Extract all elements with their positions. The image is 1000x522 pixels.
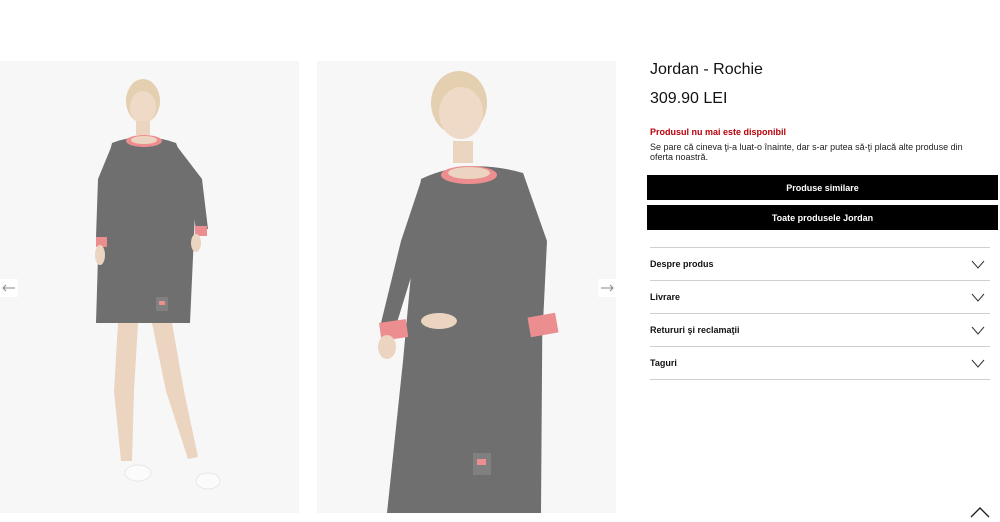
chevron-down-icon bbox=[971, 293, 990, 302]
chevron-down-icon bbox=[971, 260, 990, 269]
accordion-item-about[interactable]: Despre produs bbox=[650, 248, 990, 281]
availability-message: Se pare că cineva ţi-a luat-o înainte, d… bbox=[650, 142, 963, 162]
arrow-right-icon bbox=[601, 284, 614, 292]
accordion-item-returns[interactable]: Retururi şi reclamaţii bbox=[650, 314, 990, 347]
product-image-angled[interactable] bbox=[317, 61, 616, 513]
accordion-label: Taguri bbox=[650, 358, 677, 368]
chevron-down-icon bbox=[971, 359, 990, 368]
product-details-accordion: Despre produs Livrare Retururi şi reclam… bbox=[650, 247, 990, 380]
product-image-front[interactable] bbox=[0, 61, 299, 513]
product-title: Jordan - Rochie bbox=[650, 61, 763, 78]
chevron-up-icon bbox=[970, 507, 990, 518]
gallery-prev-button[interactable] bbox=[0, 279, 18, 297]
accordion-item-delivery[interactable]: Livrare bbox=[650, 281, 990, 314]
availability-status: Produsul nu mai este disponibil bbox=[650, 127, 787, 137]
similar-products-button[interactable]: Produse similare bbox=[647, 175, 998, 200]
all-brand-products-button[interactable]: Toate produsele Jordan bbox=[647, 205, 998, 230]
chevron-down-icon bbox=[971, 326, 990, 335]
product-price: 309.90 LEI bbox=[650, 90, 728, 107]
accordion-label: Retururi şi reclamaţii bbox=[650, 325, 740, 335]
dress-model-illustration bbox=[0, 61, 299, 513]
scroll-to-top-button[interactable] bbox=[962, 506, 998, 522]
dress-model-illustration bbox=[317, 61, 616, 513]
accordion-label: Livrare bbox=[650, 292, 681, 302]
accordion-item-tags[interactable]: Taguri bbox=[650, 347, 990, 380]
arrow-left-icon bbox=[2, 284, 15, 292]
accordion-label: Despre produs bbox=[650, 259, 714, 269]
gallery-next-button[interactable] bbox=[598, 279, 616, 297]
